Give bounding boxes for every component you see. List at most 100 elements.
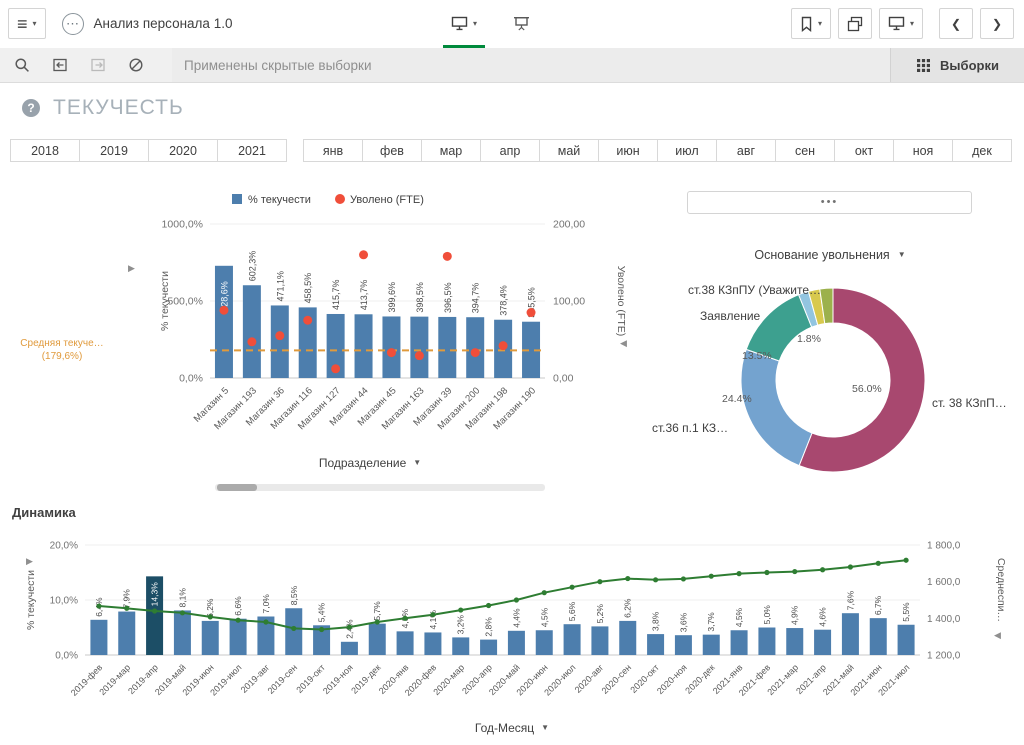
filter-year-2019[interactable]: 2019 [79, 139, 149, 162]
trend-point[interactable] [514, 597, 519, 602]
filter-month-апр[interactable]: апр [480, 139, 540, 162]
bar[interactable] [731, 630, 748, 655]
fte-point[interactable] [359, 250, 368, 259]
trend-point[interactable] [208, 614, 213, 619]
bar[interactable] [870, 618, 887, 655]
bar[interactable] [174, 610, 191, 655]
turnover-chart-scrollbar[interactable] [215, 484, 545, 491]
fte-point[interactable] [275, 331, 284, 340]
selections-step-forward-button[interactable] [84, 52, 112, 78]
filter-year-2021[interactable]: 2021 [217, 139, 287, 162]
filter-month-июл[interactable]: июл [657, 139, 717, 162]
bar[interactable] [202, 621, 219, 655]
trend-point[interactable] [402, 616, 407, 621]
dimension-dropdown-osnovanie[interactable]: Основание увольнения ▼ [640, 248, 1020, 262]
bar[interactable] [355, 314, 373, 378]
trend-point[interactable] [876, 561, 881, 566]
bar[interactable] [564, 624, 581, 655]
filter-month-дек[interactable]: дек [952, 139, 1012, 162]
bar[interactable] [452, 637, 469, 655]
filter-year-2020[interactable]: 2020 [148, 139, 218, 162]
trend-point[interactable] [486, 603, 491, 608]
selections-step-back-button[interactable] [46, 52, 74, 78]
trend-point[interactable] [124, 606, 129, 611]
trend-point[interactable] [96, 603, 101, 608]
help-icon[interactable]: ? [22, 99, 40, 117]
bar[interactable] [397, 631, 414, 655]
filter-month-янв[interactable]: янв [303, 139, 363, 162]
filter-month-окт[interactable]: окт [834, 139, 894, 162]
filter-month-май[interactable]: май [539, 139, 599, 162]
prev-sheet-button[interactable]: ❮ [939, 8, 973, 39]
bar[interactable] [410, 317, 428, 378]
expand-panel-arrow[interactable]: ▶ [26, 556, 33, 566]
bar[interactable] [271, 305, 289, 378]
trend-point[interactable] [375, 619, 380, 624]
bar[interactable] [466, 317, 484, 378]
fte-point[interactable] [331, 364, 340, 373]
trend-point[interactable] [736, 571, 741, 576]
trend-point[interactable] [764, 570, 769, 575]
fte-point[interactable] [219, 306, 228, 315]
filter-month-авг[interactable]: авг [716, 139, 776, 162]
bar[interactable] [536, 630, 553, 655]
trend-point[interactable] [542, 590, 547, 595]
bar[interactable] [619, 621, 636, 655]
trend-point[interactable] [569, 585, 574, 590]
trend-point[interactable] [180, 610, 185, 615]
filter-month-фев[interactable]: фев [362, 139, 422, 162]
bar[interactable] [243, 285, 261, 378]
filter-month-июн[interactable]: июн [598, 139, 658, 162]
expand-panel-arrow[interactable]: ▶ [128, 263, 135, 273]
fte-point[interactable] [415, 351, 424, 360]
smart-search-button[interactable] [8, 52, 36, 78]
clear-selections-button[interactable] [122, 52, 150, 78]
bar[interactable] [508, 631, 525, 655]
filter-year-2018[interactable]: 2018 [10, 139, 80, 162]
collapse-panel-arrow[interactable]: ◀ [620, 338, 627, 348]
bar[interactable] [369, 624, 386, 655]
bar[interactable] [480, 640, 497, 655]
fte-point[interactable] [387, 348, 396, 357]
trend-point[interactable] [848, 564, 853, 569]
scrollbar-thumb[interactable] [217, 484, 257, 491]
dimension-dropdown-god-mesyac[interactable]: Год-Месяц ▼ [10, 721, 1014, 735]
bar[interactable] [703, 635, 720, 655]
trend-point[interactable] [152, 608, 157, 613]
bar[interactable] [341, 642, 358, 655]
bar[interactable] [814, 630, 831, 655]
filter-month-мар[interactable]: мар [421, 139, 481, 162]
bar[interactable] [591, 626, 608, 655]
trend-point[interactable] [903, 558, 908, 563]
trend-point[interactable] [235, 618, 240, 623]
bar[interactable] [898, 625, 915, 655]
trend-point[interactable] [625, 576, 630, 581]
bar[interactable] [118, 612, 135, 655]
chart-options-button[interactable]: ••• [687, 191, 972, 214]
sheet-view-button[interactable]: ▾ [447, 8, 481, 39]
fte-point[interactable] [303, 316, 312, 325]
fte-point[interactable] [471, 348, 480, 357]
trend-point[interactable] [430, 612, 435, 617]
presentation-button[interactable] [509, 8, 534, 39]
trend-point[interactable] [458, 607, 463, 612]
bar[interactable] [285, 608, 302, 655]
bar[interactable] [842, 613, 859, 655]
bar[interactable] [675, 635, 692, 655]
bar[interactable] [647, 634, 664, 655]
bar[interactable] [424, 632, 441, 655]
trend-point[interactable] [709, 574, 714, 579]
app-info-icon[interactable]: ⋯ [62, 13, 84, 35]
bar[interactable] [230, 619, 247, 655]
trend-point[interactable] [820, 567, 825, 572]
app-menu-button[interactable]: ≡ ▾ [8, 8, 46, 39]
selections-tool-button[interactable]: Выборки [890, 48, 1024, 82]
next-sheet-button[interactable]: ❯ [980, 8, 1014, 39]
fte-point[interactable] [527, 308, 536, 317]
collapse-panel-arrow[interactable]: ◀ [994, 630, 1001, 640]
trend-point[interactable] [681, 576, 686, 581]
sheet-navigator-button[interactable]: ▾ [879, 8, 923, 39]
bar[interactable] [382, 316, 400, 378]
trend-point[interactable] [319, 627, 324, 632]
filter-month-ноя[interactable]: ноя [893, 139, 953, 162]
